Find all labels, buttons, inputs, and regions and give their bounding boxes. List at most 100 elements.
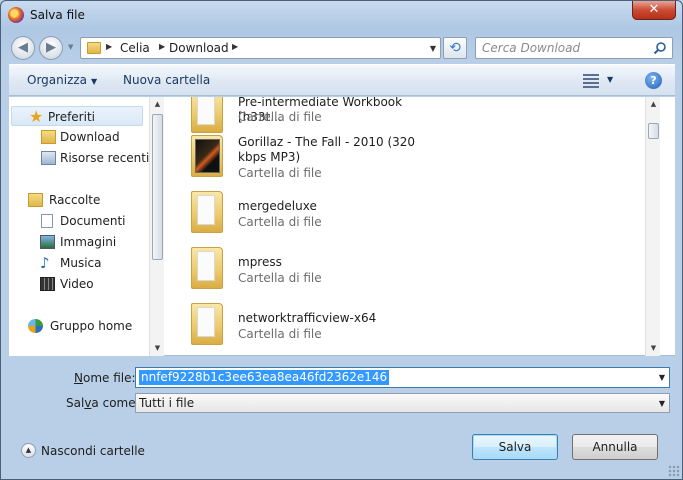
libraries-icon <box>28 193 43 207</box>
address-history-dropdown[interactable]: ▼ <box>430 44 436 53</box>
nav-item-label: Preferiti <box>48 110 95 124</box>
nav-item-label: Download <box>60 130 120 144</box>
resize-grip-icon[interactable] <box>668 465 680 477</box>
chevron-right-icon[interactable]: ▶ <box>232 42 238 51</box>
hide-folders-label: Nascondi cartelle <box>41 444 145 458</box>
filename-value[interactable]: nnfef9228b1c3ee63ea8ea46fd2362e146 <box>139 370 390 385</box>
nav-item-label: Musica <box>60 256 102 270</box>
scrollbar-thumb[interactable] <box>152 114 163 260</box>
breadcrumb-celia[interactable]: Celia <box>120 41 150 55</box>
savetype-value: Tutti i file <box>139 396 195 410</box>
recent-pages-dropdown[interactable]: ▼ <box>68 43 73 51</box>
nav-item-download[interactable]: Download <box>9 127 149 147</box>
music-icon: ♪ <box>40 254 50 272</box>
scrollbar-thumb[interactable] <box>648 123 659 139</box>
breadcrumb-download[interactable]: Download <box>169 41 229 55</box>
file-type: Cartella di file <box>238 215 322 229</box>
organize-menu-button[interactable]: Organizza ▼ <box>27 73 97 87</box>
navigation-scrollbar[interactable]: ▲ ▼ <box>149 97 164 356</box>
file-type: Cartella di file <box>238 271 322 285</box>
nav-item-label: Video <box>60 277 94 291</box>
navigation-pane: ★ Preferiti Download Risorse recenti Rac… <box>9 97 164 356</box>
new-folder-button[interactable]: Nuova cartella <box>123 73 210 87</box>
file-type: Cartella di file <box>238 110 322 124</box>
search-icon[interactable] <box>653 41 667 55</box>
nav-item-musica[interactable]: ♪ Musica <box>9 253 149 273</box>
nav-item-preferiti[interactable]: ★ Preferiti <box>11 106 143 126</box>
savetype-label: Salva come: <box>66 396 140 410</box>
pictures-icon <box>40 235 55 249</box>
command-bar: Organizza ▼ Nuova cartella ▼ ? <box>9 64 675 96</box>
filename-field[interactable]: nnfef9228b1c3ee63ea8ea46fd2362e146 ▼ <box>135 367 670 388</box>
file-type: Cartella di file <box>238 327 322 341</box>
nav-item-risorse-recenti[interactable]: Risorse recenti <box>9 148 149 168</box>
cancel-button[interactable]: Annulla <box>572 434 658 460</box>
save-file-dialog: Salva file ✕ ◀ ▶ ▼ ▶ Celia ▶ Download ▶ … <box>0 0 683 480</box>
search-box[interactable] <box>475 37 673 59</box>
search-input[interactable] <box>476 38 644 58</box>
file-list: Pre-intermediate Workbook [h33t... Carte… <box>164 97 660 356</box>
folder-photo-icon <box>191 135 223 177</box>
scroll-up-icon[interactable]: ▲ <box>150 97 165 112</box>
savetype-select[interactable]: Tutti i file ▼ <box>135 393 670 413</box>
scroll-up-icon[interactable]: ▲ <box>646 97 660 112</box>
chevron-down-icon[interactable]: ▼ <box>659 373 665 382</box>
folder-icon <box>191 97 223 133</box>
file-type: Cartella di file <box>238 166 322 180</box>
firefox-icon <box>8 7 24 23</box>
refresh-icon: ⟲ <box>449 40 461 56</box>
folder-icon <box>191 303 223 345</box>
file-name: Gorillaz - The Fall - 2010 (320 kbps MP3… <box>238 135 416 164</box>
nav-item-label: Gruppo home <box>50 319 133 333</box>
address-bar[interactable]: ▶ Celia ▶ Download ▶ ▼ <box>80 37 441 59</box>
chevron-right-icon[interactable]: ▶ <box>106 42 112 51</box>
nav-item-label: Documenti <box>60 214 126 228</box>
help-icon[interactable]: ? <box>645 72 662 89</box>
list-item[interactable]: networktrafficview-x64 Cartella di file <box>186 303 606 356</box>
folder-icon <box>87 42 101 54</box>
list-item[interactable]: Gorillaz - The Fall - 2010 (320 kbps MP3… <box>186 135 606 189</box>
nav-item-label: Immagini <box>60 235 117 249</box>
change-view-icon[interactable] <box>583 74 599 88</box>
title-bar[interactable]: Salva file ✕ <box>1 1 682 31</box>
chevron-up-icon: ▲ <box>21 443 36 458</box>
download-folder-icon <box>41 130 56 144</box>
nav-item-video[interactable]: Video <box>9 274 149 294</box>
file-name: mergedeluxe <box>238 199 317 213</box>
forward-button[interactable]: ▶ <box>39 36 63 60</box>
nav-item-label: Risorse recenti <box>60 151 150 165</box>
folder-icon <box>191 247 223 289</box>
file-name: networktrafficview-x64 <box>238 311 377 325</box>
save-button[interactable]: Salva <box>472 434 558 460</box>
scroll-down-icon[interactable]: ▼ <box>150 341 165 356</box>
documents-icon <box>41 214 53 228</box>
forward-arrow-icon: ▶ <box>46 40 56 55</box>
address-row: ◀ ▶ ▼ ▶ Celia ▶ Download ▶ ▼ ⟲ <box>1 32 682 62</box>
folder-icon <box>191 191 223 233</box>
dialog-body: ★ Preferiti Download Risorse recenti Rac… <box>9 97 675 356</box>
list-item[interactable]: mpress Cartella di file <box>186 247 606 301</box>
file-list-scrollbar[interactable]: ▲ ▼ <box>645 97 660 356</box>
close-button[interactable]: ✕ <box>632 1 676 20</box>
back-button[interactable]: ◀ <box>11 36 35 60</box>
chevron-down-icon[interactable]: ▼ <box>659 399 665 408</box>
chevron-right-icon[interactable]: ▶ <box>159 42 165 51</box>
homegroup-icon <box>28 319 43 333</box>
organize-label: Organizza <box>27 73 88 87</box>
scroll-down-icon[interactable]: ▼ <box>646 341 660 356</box>
list-item[interactable]: mergedeluxe Cartella di file <box>186 191 606 245</box>
nav-item-immagini[interactable]: Immagini <box>9 232 149 252</box>
back-arrow-icon: ◀ <box>18 40 28 55</box>
nav-item-documenti[interactable]: Documenti <box>9 211 149 231</box>
video-icon <box>40 277 55 291</box>
chevron-down-icon: ▼ <box>91 77 98 86</box>
recent-places-icon <box>41 151 56 165</box>
view-options-dropdown[interactable]: ▼ <box>607 75 613 84</box>
filename-label: Nome file: <box>74 371 136 385</box>
nav-item-gruppo-home[interactable]: Gruppo home <box>9 316 149 336</box>
star-icon: ★ <box>29 107 44 126</box>
nav-item-raccolte[interactable]: Raccolte <box>9 190 149 210</box>
nav-item-label: Raccolte <box>49 193 101 207</box>
file-name: mpress <box>238 255 282 269</box>
refresh-button[interactable]: ⟲ <box>443 37 467 59</box>
